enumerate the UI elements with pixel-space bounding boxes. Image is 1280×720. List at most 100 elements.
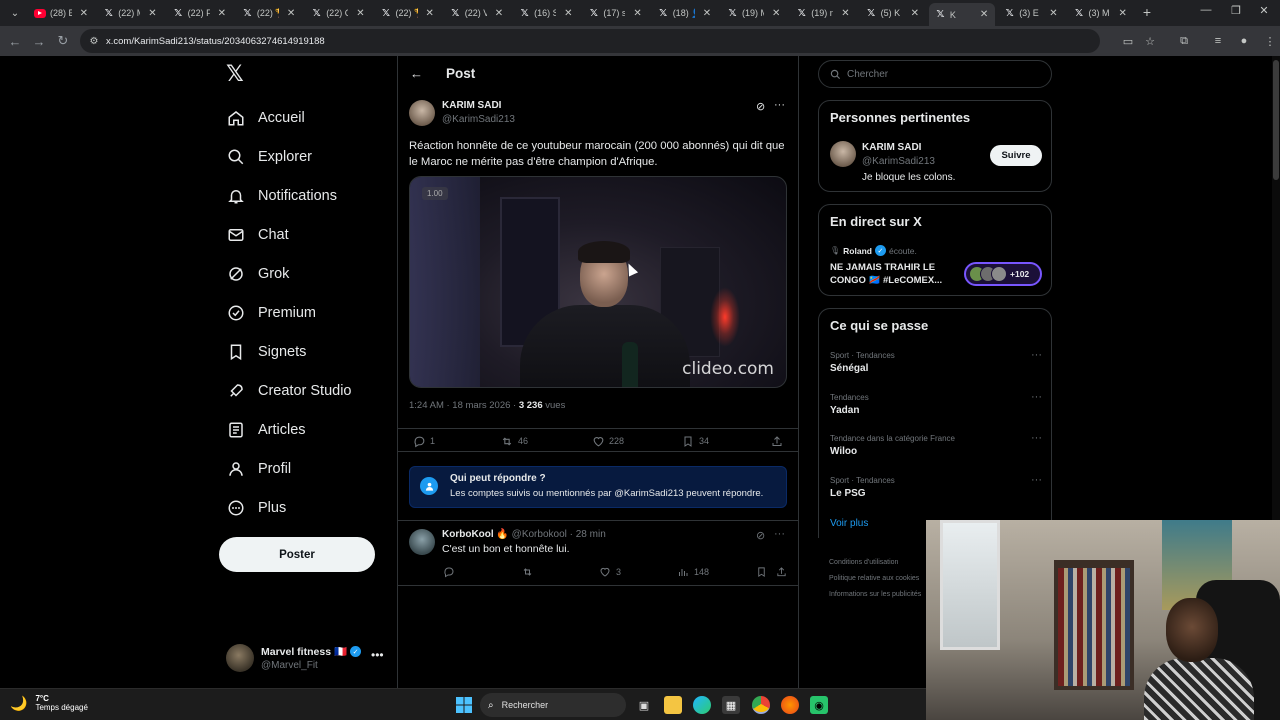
task-view-icon[interactable]: ▣ xyxy=(635,696,653,714)
reply-author-name[interactable]: KorboKool 🔥 xyxy=(442,529,509,540)
cast-icon[interactable]: ▭ xyxy=(1120,33,1136,49)
reply-avatar[interactable] xyxy=(409,529,435,555)
browser-tab[interactable]: 𝕏 (22) V ✕ xyxy=(444,3,510,23)
browser-tab[interactable]: (28) E ✕ xyxy=(28,3,94,23)
site-info-icon[interactable]: ⚙ xyxy=(88,35,100,47)
close-tab-icon[interactable]: ✕ xyxy=(1049,8,1057,19)
maximize-button[interactable]: ❐ xyxy=(1226,4,1246,17)
close-tab-icon[interactable]: ✕ xyxy=(287,8,295,19)
reply-tweet[interactable]: KorboKool 🔥 @Korbokool · 28 min ⊘ ··· C'… xyxy=(398,520,798,586)
nav-item-creator-studio[interactable]: Creator Studio xyxy=(226,371,352,410)
address-bar[interactable]: ⚙ x.com/KarimSadi213/status/203406327461… xyxy=(80,29,1100,53)
sidebar-toggle-icon[interactable]: ≡ xyxy=(1210,33,1226,49)
see-more-link[interactable]: Voir plus xyxy=(830,518,868,529)
share-button[interactable] xyxy=(774,565,792,579)
live-host[interactable]: 🎙 Roland ✓ écoute. xyxy=(830,245,917,256)
nav-item-grok[interactable]: Grok xyxy=(226,254,352,293)
more-icon[interactable]: ··· xyxy=(774,528,785,540)
like-button[interactable]: 3 xyxy=(598,565,621,579)
browser-tab[interactable]: 𝕏 (17) s ✕ xyxy=(582,3,648,23)
more-icon[interactable]: ··· xyxy=(1031,432,1042,444)
tweet-video[interactable]: 1.00 clideo.com xyxy=(409,176,787,388)
footer-link[interactable]: Conditions d'utilisation xyxy=(829,555,921,571)
browser-tab[interactable]: 𝕏 (19) n ✕ xyxy=(790,3,856,23)
reload-icon[interactable]: ↻ xyxy=(54,32,72,50)
nav-item-plus[interactable]: Plus xyxy=(226,488,352,527)
bookmark-star-icon[interactable]: ☆ xyxy=(1142,33,1158,49)
bookmark-button[interactable] xyxy=(754,565,772,579)
like-button[interactable]: 228 xyxy=(591,434,624,448)
tweet-avatar[interactable] xyxy=(409,100,435,126)
search-input[interactable]: Chercher xyxy=(818,60,1052,88)
grok-icon[interactable]: ⊘ xyxy=(756,529,765,542)
avatar[interactable] xyxy=(830,141,856,167)
taskbar-search[interactable]: ⌕ Rechercher xyxy=(480,693,626,717)
more-icon[interactable]: ··· xyxy=(1031,474,1042,486)
nav-item-accueil[interactable]: Accueil xyxy=(226,98,352,137)
footer-link[interactable]: Politique relative aux cookies xyxy=(829,571,921,587)
reply-button[interactable] xyxy=(442,565,460,579)
back-arrow-icon[interactable]: ← xyxy=(410,66,423,81)
extensions-icon[interactable]: ⧉ xyxy=(1176,33,1192,49)
menu-kebab-icon[interactable]: ⋮ xyxy=(1262,33,1278,49)
firefox-icon[interactable] xyxy=(781,696,799,714)
close-tab-icon[interactable]: ✕ xyxy=(148,8,156,19)
tweet-timestamp[interactable]: 1:24 AM · 18 mars 2026 · xyxy=(409,400,519,411)
trend-item[interactable]: Tendance dans la catégorie France Wiloo ··… xyxy=(830,432,1042,457)
repost-button[interactable] xyxy=(520,565,538,579)
weather-widget[interactable]: 🌙 7°C Temps dégagé xyxy=(10,694,88,712)
relevant-name[interactable]: KARIM SADI xyxy=(862,142,921,153)
browser-tab[interactable]: 𝕏 (22) 🏆 ✕ xyxy=(236,3,302,23)
close-tab-icon[interactable]: ✕ xyxy=(564,8,572,19)
nav-item-explorer[interactable]: Explorer xyxy=(226,137,352,176)
browser-tab[interactable]: 𝕏 (22) M ✕ xyxy=(97,3,163,23)
windows-start-icon[interactable] xyxy=(455,696,473,714)
nav-item-articles[interactable]: Articles xyxy=(226,410,352,449)
browser-tab[interactable]: 𝕏 (3) E ✕ xyxy=(998,3,1064,23)
nav-item-premium[interactable]: Premium xyxy=(226,293,352,332)
trend-item[interactable]: Sport · Tendances Le PSG ··· xyxy=(830,474,1042,499)
tweet-author-handle[interactable]: @KarimSadi213 xyxy=(442,114,515,125)
close-tab-icon[interactable]: ✕ xyxy=(841,8,849,19)
browser-tab[interactable]: 𝕏 (18) 👤 ✕ xyxy=(652,3,718,23)
close-tab-icon[interactable]: ✕ xyxy=(80,8,88,19)
bookmark-button[interactable]: 34 xyxy=(681,434,709,448)
minimize-button[interactable]: — xyxy=(1196,4,1216,16)
account-switcher[interactable]: Marvel fitness 🇫🇷 ✓ @Marvel_Fit ••• xyxy=(226,642,386,674)
browser-tab[interactable]: 𝕏 (16) S ✕ xyxy=(513,3,579,23)
close-tab-icon[interactable]: ✕ xyxy=(772,8,780,19)
close-window-button[interactable]: ✕ xyxy=(1254,4,1274,17)
close-tab-icon[interactable]: ✕ xyxy=(980,9,988,20)
browser-tab[interactable]: 𝕏 (22) 🏆 ✕ xyxy=(375,3,441,23)
tab-search-button[interactable]: ⌄ xyxy=(4,3,26,23)
browser-tab[interactable]: 𝕏 (19) M ✕ xyxy=(721,3,787,23)
close-tab-icon[interactable]: ✕ xyxy=(703,8,711,19)
nav-item-signets[interactable]: Signets xyxy=(226,332,352,371)
more-icon[interactable]: ··· xyxy=(1031,349,1042,361)
page-scrollbar[interactable] xyxy=(1272,56,1280,520)
close-tab-icon[interactable]: ✕ xyxy=(218,8,226,19)
browser-tab[interactable]: 𝕏 (3) M ✕ xyxy=(1068,3,1134,23)
file-explorer-icon[interactable] xyxy=(664,696,682,714)
trend-item[interactable]: Sport · Tendances Sénégal ··· xyxy=(830,349,1042,374)
share-button[interactable] xyxy=(770,434,788,448)
browser-tab[interactable]: 𝕏 (22) F ✕ xyxy=(167,3,233,23)
close-tab-icon[interactable]: ✕ xyxy=(1119,8,1127,19)
profile-icon[interactable]: ● xyxy=(1236,33,1252,49)
close-tab-icon[interactable]: ✕ xyxy=(426,8,434,19)
live-stream-title[interactable]: NE JAMAIS TRAHIR LE CONGO 🇨🇩 #LeCOMEX... xyxy=(830,261,955,287)
reply-button[interactable]: 1 xyxy=(412,434,435,448)
relevant-handle[interactable]: @KarimSadi213 xyxy=(862,156,935,167)
more-icon[interactable]: ··· xyxy=(1031,391,1042,403)
app-icon[interactable]: ◉ xyxy=(810,696,828,714)
repost-button[interactable]: 46 xyxy=(500,434,528,448)
store-icon[interactable]: ▦ xyxy=(722,696,740,714)
more-icon[interactable]: ••• xyxy=(371,648,384,662)
trend-item[interactable]: Tendances Yadan ··· xyxy=(830,391,1042,416)
x-logo[interactable]: 𝕏 xyxy=(226,64,248,86)
nav-item-chat[interactable]: Chat xyxy=(226,215,352,254)
close-tab-icon[interactable]: ✕ xyxy=(356,8,364,19)
tweet-author-name[interactable]: KARIM SADI xyxy=(442,100,501,111)
nav-item-profil[interactable]: Profil xyxy=(226,449,352,488)
edge-icon[interactable] xyxy=(693,696,711,714)
